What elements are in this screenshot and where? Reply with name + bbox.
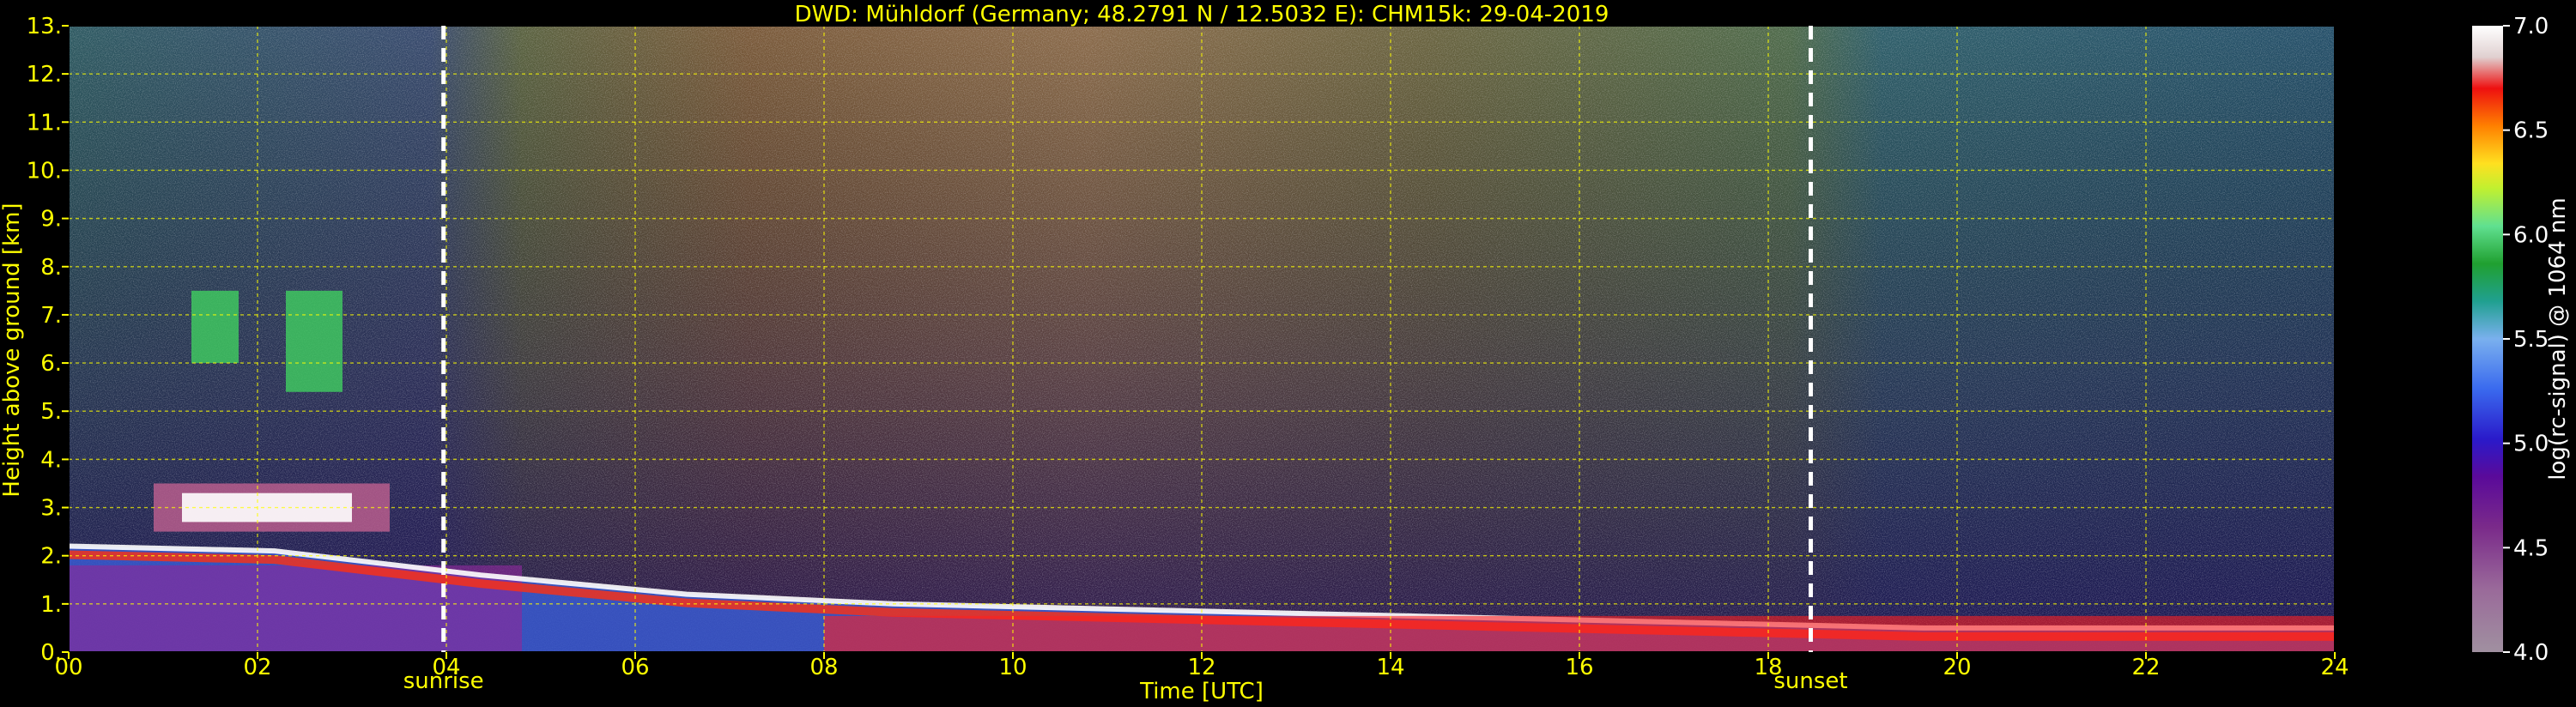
ceilometer-chart: sunrise sunset 00 02 04 06 08 10 12 14 16 18 20 22 24… (0, 2, 2571, 704)
colorbar-scale (2472, 26, 2503, 652)
y-tick-label: 4. (40, 447, 62, 473)
colorbar-tick-label: 6.0 (2513, 222, 2549, 248)
x-axis-label: Time [UTC] (1139, 679, 1264, 704)
y-tick-label: 1. (40, 592, 62, 618)
mid-cloud-2 (286, 290, 342, 392)
y-tick-label: 10. (27, 158, 62, 184)
chart-title: DWD: Mühldorf (Germany; 48.2791 N / 12.5… (795, 2, 1609, 27)
x-tick-label: 04 (432, 655, 460, 680)
x-tick-label: 18 (1754, 655, 1782, 680)
x-tick-label: 16 (1565, 655, 1593, 680)
x-tick-label: 02 (243, 655, 271, 680)
colorbar-tick-label: 4.5 (2513, 535, 2549, 561)
y-tick-label: 11. (27, 110, 62, 136)
y-tick-label: 7. (40, 303, 62, 329)
x-tick-label: 22 (2131, 655, 2160, 680)
y-tick-label: 2. (40, 544, 62, 570)
event-label-sunset: sunset (1773, 668, 1847, 694)
x-tick-label: 14 (1376, 655, 1404, 680)
x-tick-label: 20 (1943, 655, 1971, 680)
y-tick-label: 6. (40, 351, 62, 377)
y-tick-label: 3. (40, 496, 62, 522)
plot-area (69, 26, 2335, 652)
colorbar-tick-label: 4.0 (2513, 640, 2549, 666)
x-tick-label: 08 (809, 655, 838, 680)
colorbar-tick-label: 5.0 (2513, 432, 2549, 457)
y-tick-label: 12. (27, 62, 62, 88)
x-tick-label: 24 (2320, 655, 2349, 680)
y-tick-label: 8. (40, 255, 62, 281)
mid-cloud-1 (191, 290, 239, 364)
y-tick-label: 9. (40, 207, 62, 233)
colorbar-label: log(rc-signal) @ 1064 nm (2545, 197, 2571, 480)
y-tick-label: 5. (40, 399, 62, 425)
colorbar-tick-label: 5.5 (2513, 327, 2549, 353)
y-tick-label: 0. (40, 640, 62, 666)
x-tick-label: 06 (621, 655, 649, 680)
y-tick-label: 13. (27, 14, 62, 39)
y-axis-label: Height above ground [km] (0, 202, 25, 497)
colorbar: 4.0 4.5 5.0 5.5 6.0 6.5 7.0 log(rc-signal) @ 1… (2472, 14, 2571, 666)
x-tick-label: 12 (1187, 655, 1215, 680)
colorbar-tick-label: 7.0 (2513, 14, 2549, 39)
signal-noise (69, 26, 2335, 652)
colorbar-tick-label: 6.5 (2513, 118, 2549, 144)
colorbar-ticks: 4.0 4.5 5.0 5.5 6.0 6.5 7.0 (2503, 14, 2549, 666)
x-tick-label: 10 (998, 655, 1027, 680)
